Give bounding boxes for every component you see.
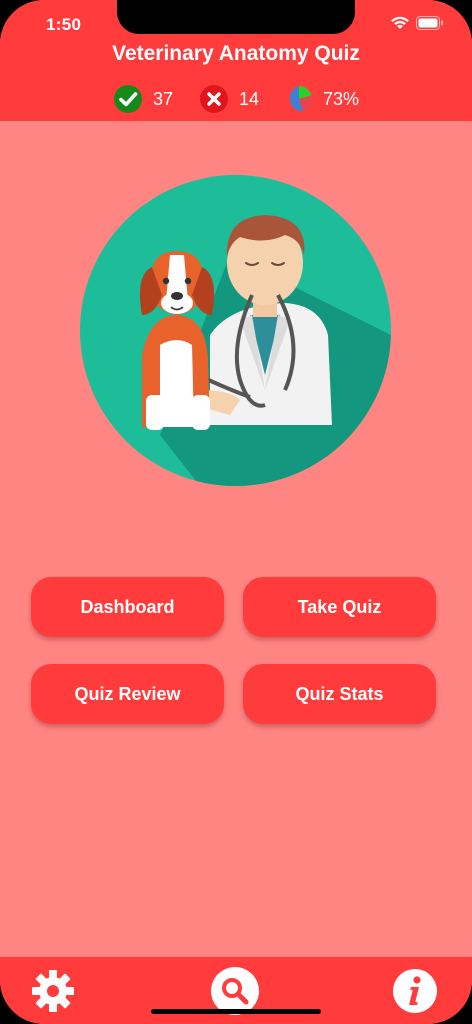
- wrong-count: 14: [238, 88, 260, 109]
- status-time: 1:50: [46, 15, 82, 34]
- battery-icon: [416, 16, 443, 30]
- gear-icon[interactable]: [30, 968, 76, 1014]
- take-quiz-button[interactable]: Take Quiz: [243, 577, 436, 637]
- wifi-icon: [391, 16, 409, 29]
- score-summary: 37 14 73%: [0, 84, 472, 114]
- wrong-stat: 14: [199, 84, 259, 114]
- app-title: Veterinary Anatomy Quiz: [112, 42, 360, 65]
- pie-chart-icon: [289, 86, 313, 112]
- correct-stat: 37: [113, 84, 173, 114]
- info-icon[interactable]: [392, 968, 438, 1014]
- app-screen: 1:50 Veterinary Anatomy Quiz 37 14 73% D…: [0, 0, 472, 1024]
- score-percent: 73%: [323, 88, 360, 109]
- quiz-stats-button[interactable]: Quiz Stats: [243, 664, 436, 724]
- checkmark-icon: [113, 85, 142, 113]
- cross-icon: [199, 85, 228, 113]
- correct-count: 37: [152, 88, 173, 109]
- device-notch: [117, 0, 355, 34]
- home-indicator: [151, 1009, 321, 1014]
- status-icons: [390, 16, 444, 30]
- vet-illustration: [80, 175, 391, 486]
- quiz-review-button[interactable]: Quiz Review: [31, 664, 224, 724]
- dashboard-button[interactable]: Dashboard: [31, 577, 224, 637]
- header-bar: 1:50 Veterinary Anatomy Quiz 37 14 73%: [0, 0, 472, 121]
- score-stat: 73%: [285, 85, 359, 113]
